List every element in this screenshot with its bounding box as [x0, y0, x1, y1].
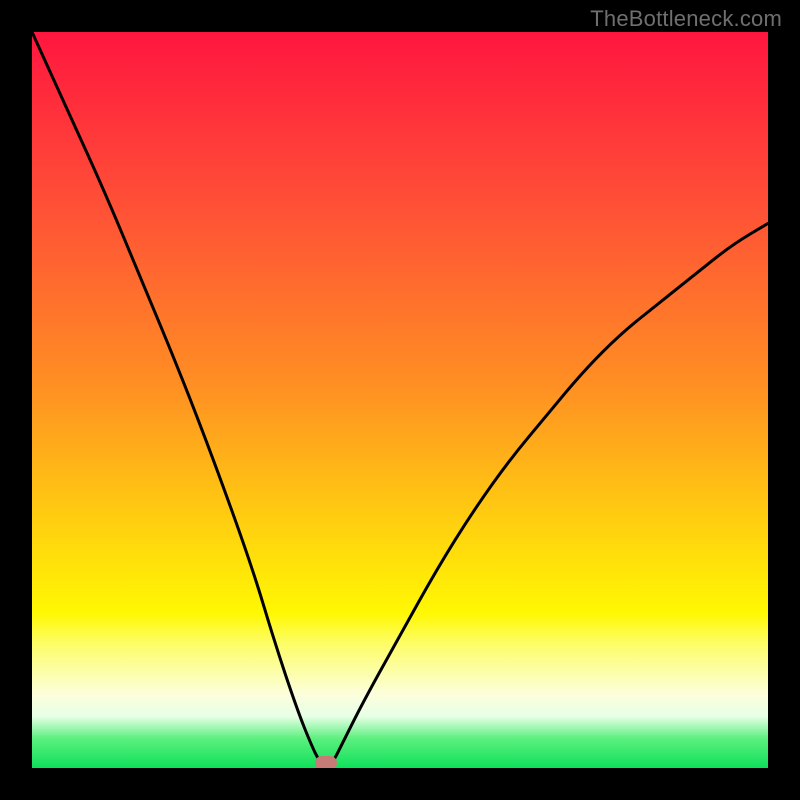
curve-path [32, 32, 768, 766]
optimal-marker [315, 756, 337, 768]
chart-frame: TheBottleneck.com [0, 0, 800, 800]
bottleneck-curve [32, 32, 768, 768]
watermark-text: TheBottleneck.com [590, 6, 782, 32]
plot-area [32, 32, 768, 768]
